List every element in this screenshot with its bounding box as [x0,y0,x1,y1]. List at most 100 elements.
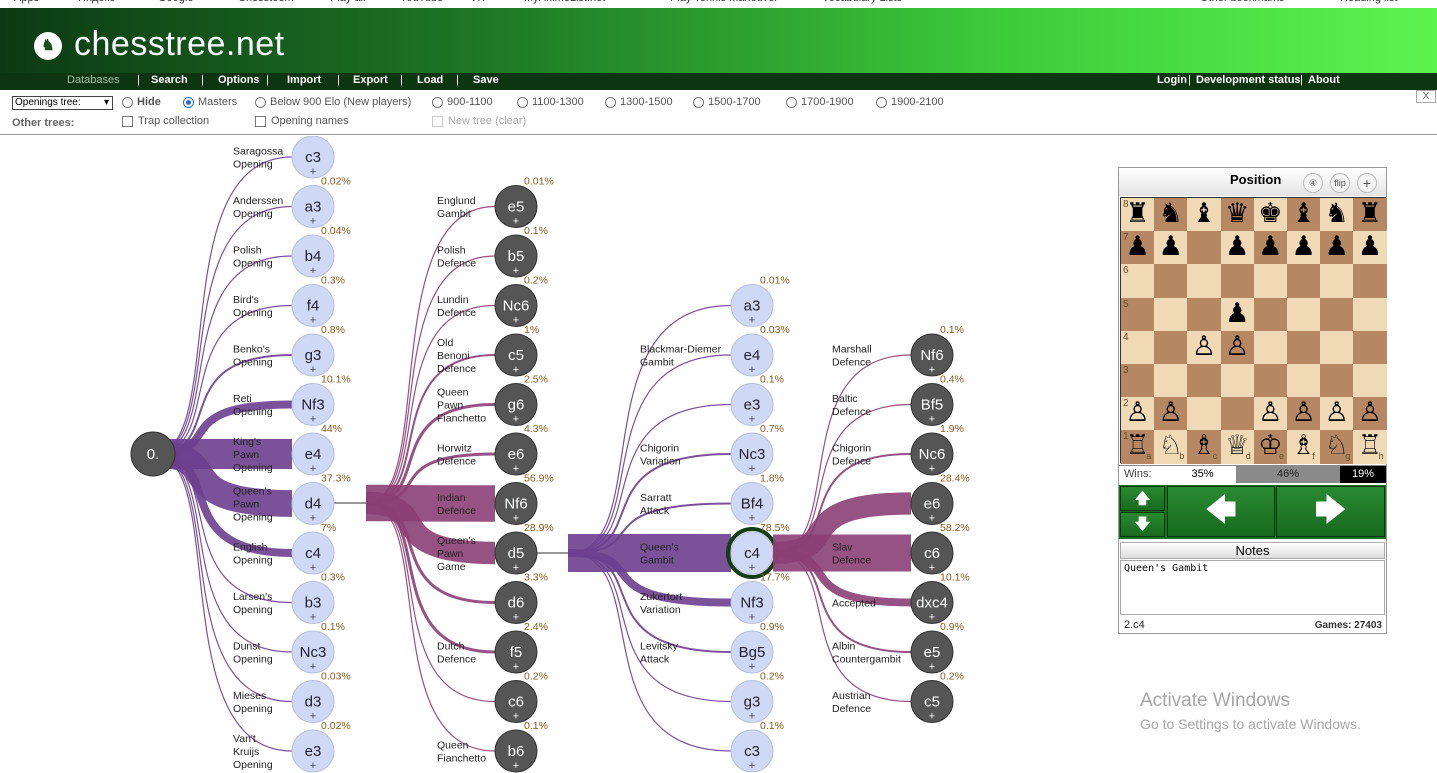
expand-plus-icon[interactable]: + [749,711,755,723]
board-square[interactable]: ♟ [1253,231,1287,265]
move-node-e5[interactable]: e5+ [910,630,954,674]
bookmark-item[interactable]: Яндекс [78,0,115,4]
board-square[interactable]: ♝ [1287,198,1321,232]
board-square[interactable]: ♜ [1353,198,1387,232]
expand-plus-icon[interactable]: + [749,661,755,673]
expand-plus-icon[interactable]: + [749,612,755,624]
up-arrow-icon[interactable]: 🡅 [1120,486,1165,511]
board-square[interactable]: ♙ [1220,330,1254,364]
black-piece-icon[interactable]: ♚ [1258,198,1282,229]
board-square[interactable] [1287,364,1321,398]
board-square[interactable] [1320,364,1354,398]
move-node-f4[interactable]: f4+ [291,284,335,327]
black-piece-icon[interactable]: ♜ [1125,198,1149,229]
add-icon[interactable]: + [1357,173,1377,193]
expand-plus-icon[interactable]: + [929,562,935,574]
board-square[interactable]: ♞ [1320,198,1354,232]
expand-plus-icon[interactable]: + [513,612,519,624]
board-square[interactable] [1287,297,1321,331]
bookmark-item[interactable]: Apps [14,0,39,4]
tree-radio-option[interactable]: 900-1100 [432,96,493,108]
white-piece-icon[interactable]: ♙ [1225,331,1249,362]
back-arrow-icon[interactable]: 🡄 [1167,486,1275,537]
expand-plus-icon[interactable]: + [749,513,755,525]
white-piece-icon[interactable]: ♙ [1258,397,1282,428]
expand-plus-icon[interactable]: + [513,265,519,277]
move-node-e4[interactable]: e4+ [291,432,335,476]
move-node-c5[interactable]: c5+ [494,333,538,377]
board-square[interactable] [1220,397,1254,431]
nav-import[interactable]: Import [287,74,321,86]
board-square[interactable]: ♙ [1187,330,1221,364]
expand-plus-icon[interactable]: + [749,364,755,376]
expand-plus-icon[interactable]: + [513,711,519,723]
board-square[interactable] [1320,330,1354,364]
expand-plus-icon[interactable]: + [929,661,935,673]
board-square[interactable]: ♙ [1320,397,1354,431]
nav-databases[interactable]: Databases [67,74,120,86]
board-square[interactable]: ♝ [1187,198,1221,232]
tree-radio-option[interactable]: Masters [183,96,237,108]
move-node-nf3[interactable]: Nf3+ [730,581,774,624]
expand-plus-icon[interactable]: + [513,216,519,228]
board-square[interactable]: ♙ [1154,397,1188,431]
expand-plus-icon[interactable]: + [749,315,755,327]
white-piece-icon[interactable]: ♙ [1125,397,1149,428]
move-node-b5[interactable]: b5+ [494,234,538,278]
board-square[interactable] [1154,264,1188,298]
down-arrow-icon[interactable]: 🡇 [1120,512,1165,537]
board-square[interactable]: ♟ [1320,231,1354,265]
board-square[interactable] [1253,264,1287,298]
expand-plus-icon[interactable]: + [513,562,519,574]
board-square[interactable]: ♙ [1253,397,1287,431]
radio-icon[interactable] [517,96,528,108]
board-square[interactable] [1287,330,1321,364]
move-node-d6[interactable]: d6+ [494,581,538,624]
board-square[interactable] [1187,364,1221,398]
board-square[interactable] [1253,297,1287,331]
bookmark-item[interactable]: Google [158,0,193,4]
move-node-a3[interactable]: a3+ [291,185,335,228]
expand-plus-icon[interactable]: + [929,711,935,723]
radio-icon[interactable] [786,96,797,108]
site-title[interactable]: chesstree.net [74,25,285,64]
board-square[interactable] [1320,264,1354,298]
board-square[interactable]: ♞ [1154,198,1188,232]
move-node-dxc4[interactable]: dxc4+ [910,581,954,624]
board-square[interactable] [1353,297,1387,331]
move-node-c3[interactable]: c3+ [730,729,774,773]
tree-radio-option[interactable]: 1300-1500 [605,96,673,108]
radio-icon[interactable] [122,96,133,108]
move-node-c4[interactable]: c4+ [291,531,335,575]
board-square[interactable] [1220,364,1254,398]
black-piece-icon[interactable]: ♜ [1358,198,1382,229]
nav-export[interactable]: Export [353,74,388,86]
expand-plus-icon[interactable]: + [310,265,316,277]
black-piece-icon[interactable]: ♞ [1159,198,1183,229]
board-square[interactable]: ♟ [1220,297,1254,331]
notes-textarea[interactable]: Queen's Gambit [1120,560,1385,615]
move-node-e6[interactable]: e6+ [910,482,954,525]
move-node-nc3[interactable]: Nc3+ [730,432,774,476]
expand-plus-icon[interactable]: + [513,414,519,426]
move-node-d4[interactable]: d4+ [291,482,335,525]
move-node-a3[interactable]: a3+ [730,284,774,327]
bookmark-item[interactable]: Vocabulary Lists [822,0,902,4]
board-square[interactable] [1154,364,1188,398]
notes-header[interactable]: Notes [1120,542,1385,559]
board-square[interactable] [1187,264,1221,298]
board-square[interactable] [1320,297,1354,331]
flip-button[interactable]: flip [1330,173,1350,193]
board-square[interactable] [1253,364,1287,398]
black-piece-icon[interactable]: ♟ [1358,231,1382,262]
bookmark-item[interactable]: Chessteem [238,0,294,4]
move-node-g3[interactable]: g3+ [291,333,335,377]
radio-icon[interactable] [255,96,266,108]
move-node-nc6[interactable]: Nc6+ [910,432,954,476]
move-node-c4[interactable]: c4+ [726,527,778,579]
forward-arrow-icon[interactable]: 🡆 [1276,486,1385,537]
board-square[interactable]: ♟ [1353,231,1387,265]
move-node-e6[interactable]: e6+ [494,432,538,476]
nav-save[interactable]: Save [473,74,499,86]
move-node-nf6[interactable]: Nf6+ [494,482,538,525]
